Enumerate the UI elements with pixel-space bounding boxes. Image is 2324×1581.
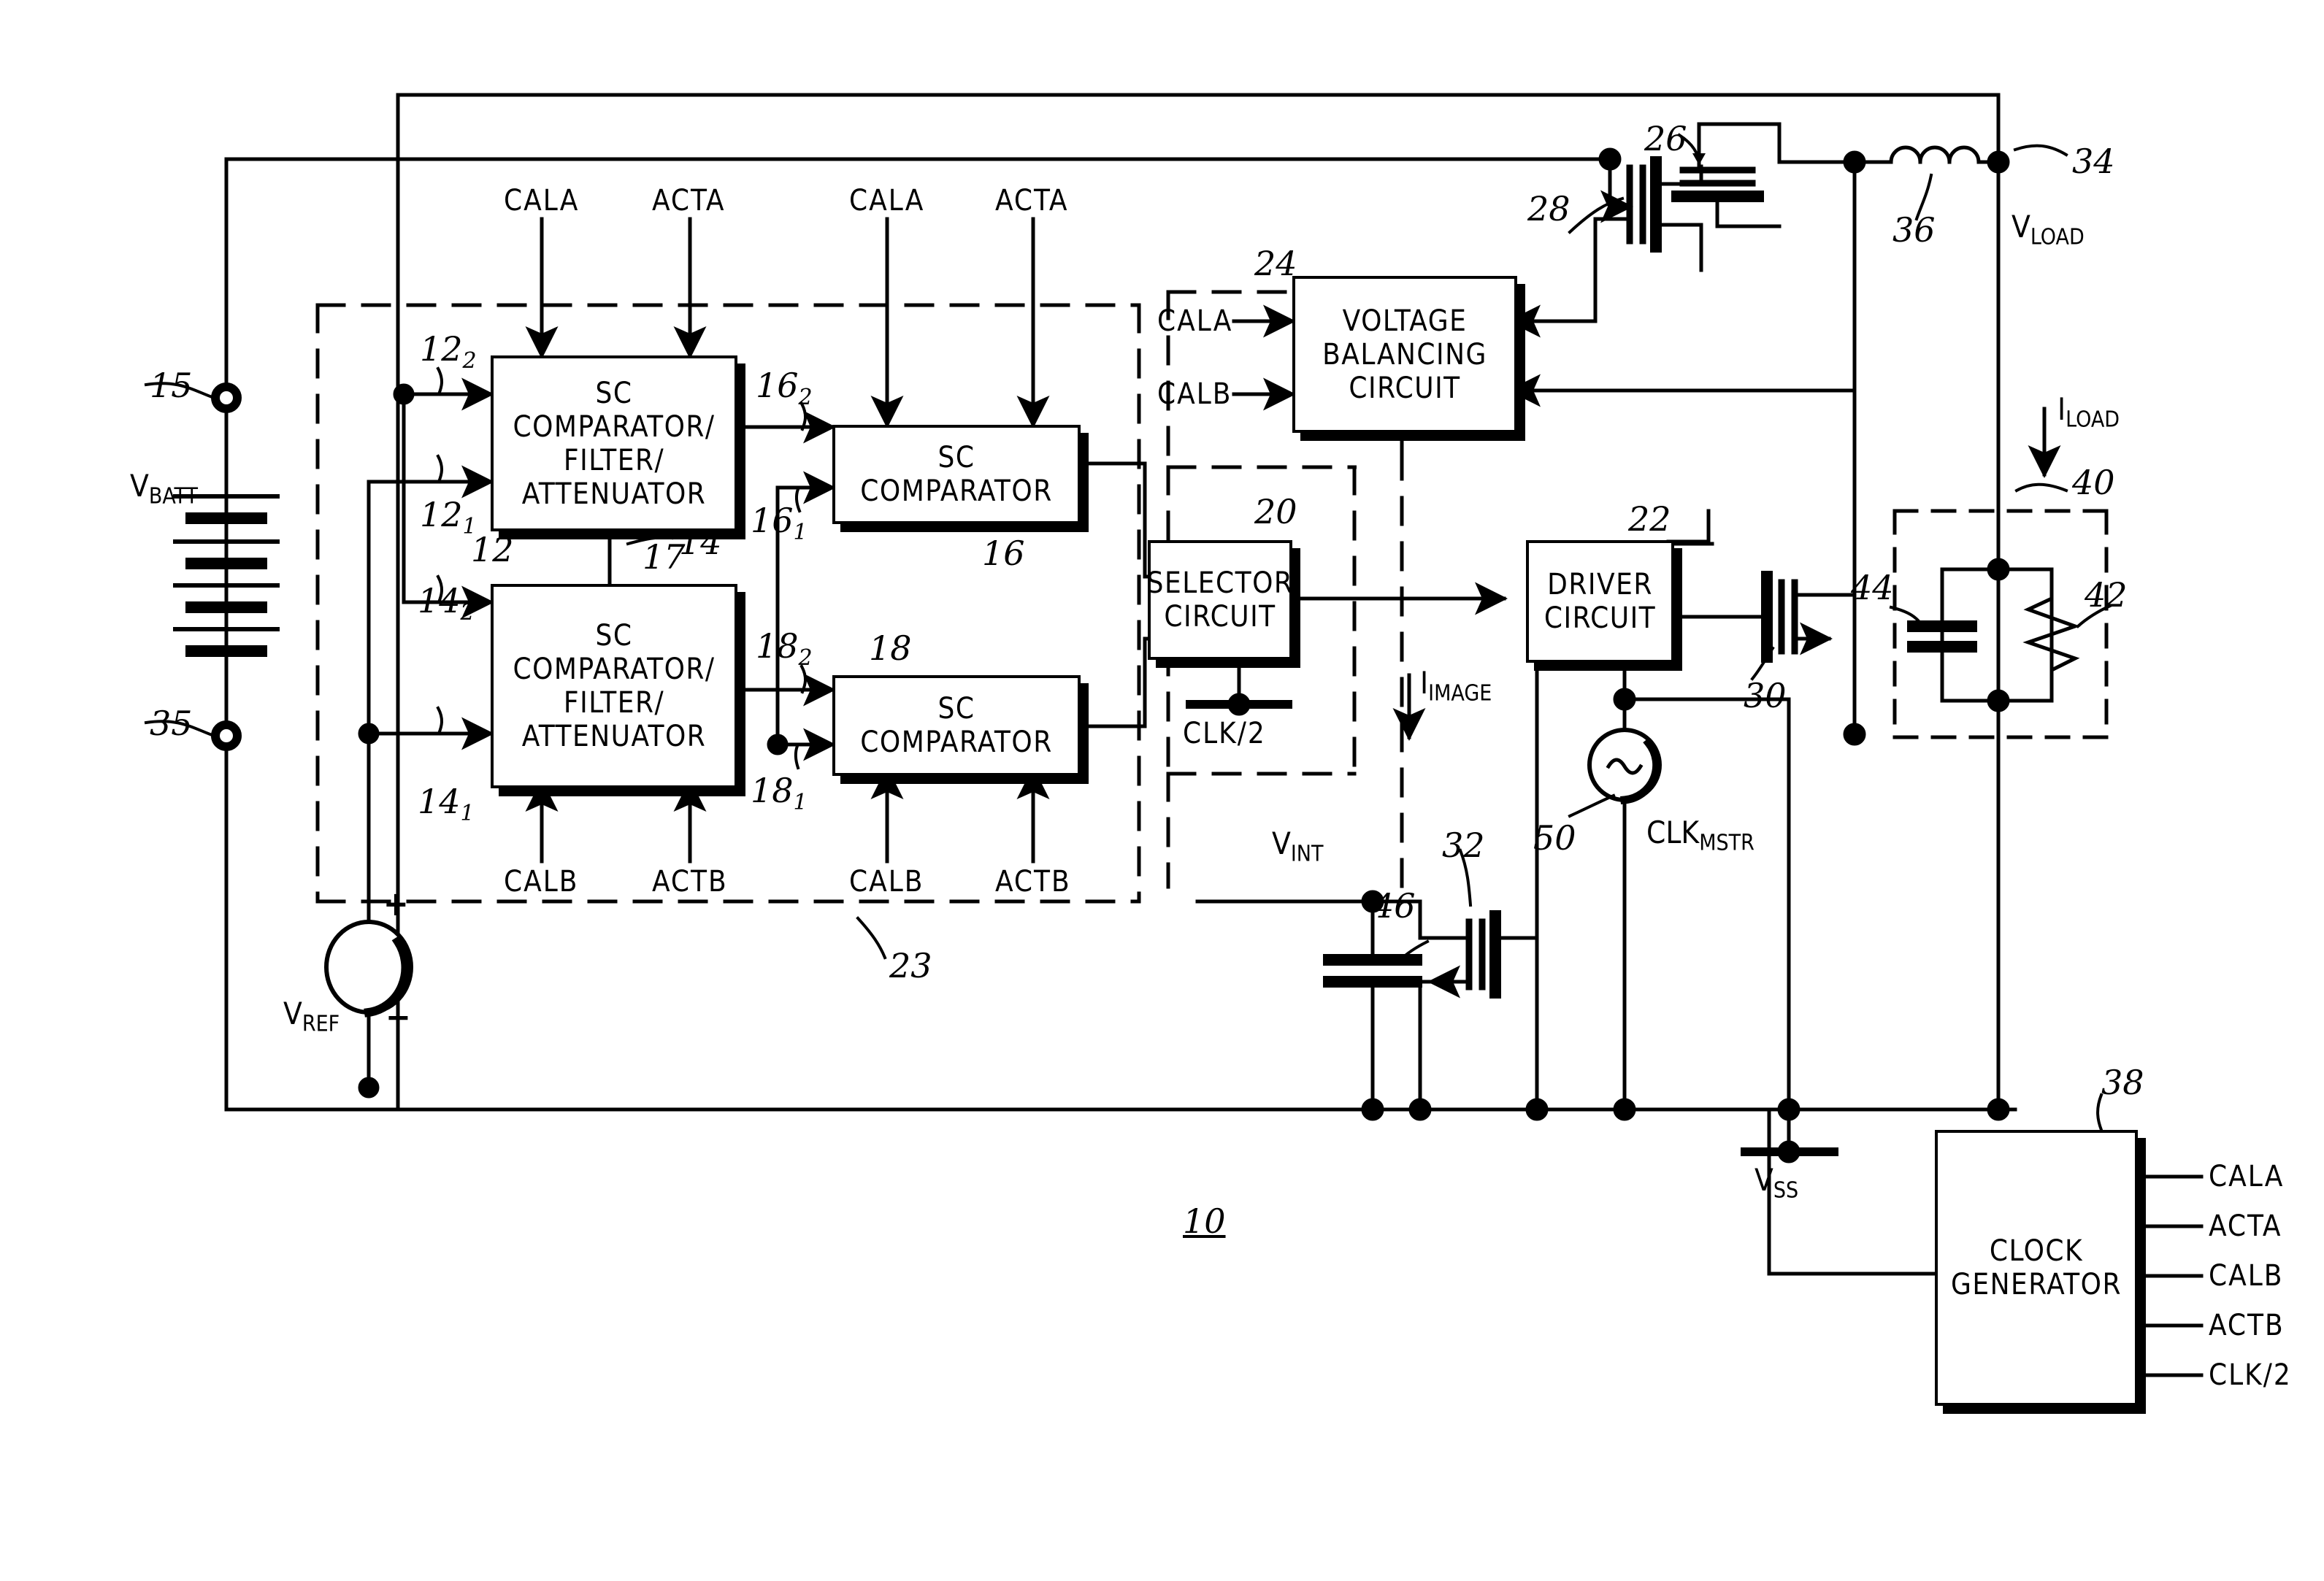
label-v-ref: VREF (283, 996, 340, 1037)
ref-16-1: 161 (751, 501, 808, 546)
ref-18: 18 (869, 628, 912, 668)
ref-14-1: 141 (418, 782, 475, 827)
label-i-load: ILOAD (2058, 391, 2120, 433)
ref-46: 46 (1373, 886, 1416, 926)
block-voltage-balancing-circuit-24[interactable]: VOLTAGE BALANCING CIRCUIT (1292, 276, 1517, 433)
label-v-load: VLOAD (2012, 209, 2085, 250)
ref-30: 30 (1744, 676, 1787, 715)
clkgen-output-clk-half: CLK/2 (2209, 1358, 2292, 1392)
ref-34: 34 (2072, 142, 2115, 181)
block18-line2: COMPARATOR (860, 726, 1053, 759)
block-sc-comparator-18[interactable]: SC COMPARATOR (832, 675, 1081, 776)
block18-line1: SC (937, 692, 975, 726)
block20-line1: SELECTOR (1146, 566, 1294, 600)
patent-figure-10: SC COMPARATOR/ FILTER/ ATTENUATOR SC COM… (0, 0, 2324, 1581)
signal-label-actb-block14: ACTB (652, 865, 728, 899)
ref-50: 50 (1533, 818, 1576, 858)
ref-18-1: 181 (751, 771, 808, 816)
block38-line2: GENERATOR (1951, 1268, 2122, 1301)
ref-15: 15 (150, 366, 193, 405)
clkgen-output-cala: CALA (2209, 1160, 2285, 1193)
ref-14-2: 142 (418, 581, 475, 626)
signal-label-acta-block16: ACTA (995, 184, 1069, 218)
signal-label-cala-block12: CALA (504, 184, 580, 218)
signal-label-clk-half-selector: CLK/2 (1183, 717, 1266, 750)
block16-line2: COMPARATOR (860, 474, 1053, 508)
label-clk-mstr: CLKMSTR (1646, 815, 1754, 856)
block-driver-circuit-22[interactable]: DRIVER CIRCUIT (1526, 540, 1674, 663)
signal-label-calb-block14: CALB (504, 865, 579, 899)
figure-number-10: 10 (1183, 1201, 1226, 1241)
block-sc-comparator-filter-attenuator-14[interactable]: SC COMPARATOR/ FILTER/ ATTENUATOR (491, 584, 737, 788)
block12-line4: ATTENUATOR (521, 477, 707, 511)
ref-38: 38 (2101, 1063, 2144, 1102)
block12-line2: COMPARATOR/ (513, 409, 716, 444)
block14-line3: FILTER/ (563, 686, 665, 720)
ref-18-2: 182 (756, 626, 813, 672)
block38-line1: CLOCK (1989, 1234, 2084, 1268)
clkgen-output-calb: CALB (2209, 1259, 2284, 1293)
ref-12-1: 121 (420, 495, 477, 540)
ref-42: 42 (2085, 575, 2128, 615)
signal-label-cala-block16: CALA (849, 184, 925, 218)
ref-23: 23 (889, 946, 932, 985)
clkgen-output-actb: ACTB (2209, 1309, 2285, 1342)
block14-line1: SC (595, 619, 633, 653)
block-sc-comparator-filter-attenuator-12[interactable]: SC COMPARATOR/ FILTER/ ATTENUATOR (491, 355, 737, 531)
ref-12: 12 (471, 530, 514, 569)
block14-line4: ATTENUATOR (521, 720, 707, 753)
ref-35: 35 (150, 704, 193, 743)
signal-label-actb-block18: ACTB (995, 865, 1071, 899)
block12-line1: SC (595, 376, 633, 410)
block16-line1: SC (937, 441, 975, 474)
block20-line2: CIRCUIT (1164, 600, 1276, 634)
ref-24: 24 (1254, 244, 1297, 283)
ref-20: 20 (1254, 492, 1297, 531)
ref-26: 26 (1644, 119, 1687, 158)
label-vref-plus: + (383, 884, 409, 923)
ref-17: 17 (643, 537, 686, 577)
ref-40: 40 (2072, 463, 2115, 502)
block12-line3: FILTER/ (563, 443, 665, 477)
block-clock-generator-38[interactable]: CLOCK GENERATOR (1935, 1130, 2138, 1406)
block-selector-circuit-20[interactable]: SELECTOR CIRCUIT (1146, 540, 1294, 660)
block24-line2: BALANCING (1322, 337, 1487, 372)
ref-12-2: 122 (420, 329, 477, 374)
ref-28: 28 (1527, 189, 1571, 228)
block22-line1: DRIVER (1547, 568, 1653, 601)
block22-line2: CIRCUIT (1543, 601, 1657, 635)
ref-16: 16 (982, 534, 1025, 573)
label-vref-minus: − (386, 997, 411, 1036)
block-sc-comparator-16[interactable]: SC COMPARATOR (832, 425, 1081, 524)
label-v-batt: VBATT (130, 468, 198, 509)
block24-line3: CIRCUIT (1349, 371, 1461, 405)
ref-36: 36 (1892, 210, 1936, 250)
ref-22: 22 (1628, 499, 1671, 539)
clkgen-output-acta: ACTA (2209, 1209, 2282, 1243)
label-i-image: IIMAGE (1420, 665, 1492, 707)
signal-label-acta-block12: ACTA (652, 184, 726, 218)
label-v-ss: VSS (1754, 1162, 1799, 1204)
signal-label-cala-block24: CALA (1157, 304, 1233, 338)
signal-label-calb-block18: CALB (849, 865, 924, 899)
ref-16-2: 162 (756, 366, 813, 411)
signal-label-calb-block24: CALB (1157, 377, 1232, 411)
ref-32: 32 (1442, 826, 1485, 865)
ref-44: 44 (1851, 568, 1894, 607)
block14-line2: COMPARATOR/ (513, 653, 716, 686)
block24-line1: VOLTAGE (1342, 304, 1468, 338)
label-v-int: VINT (1272, 826, 1324, 867)
